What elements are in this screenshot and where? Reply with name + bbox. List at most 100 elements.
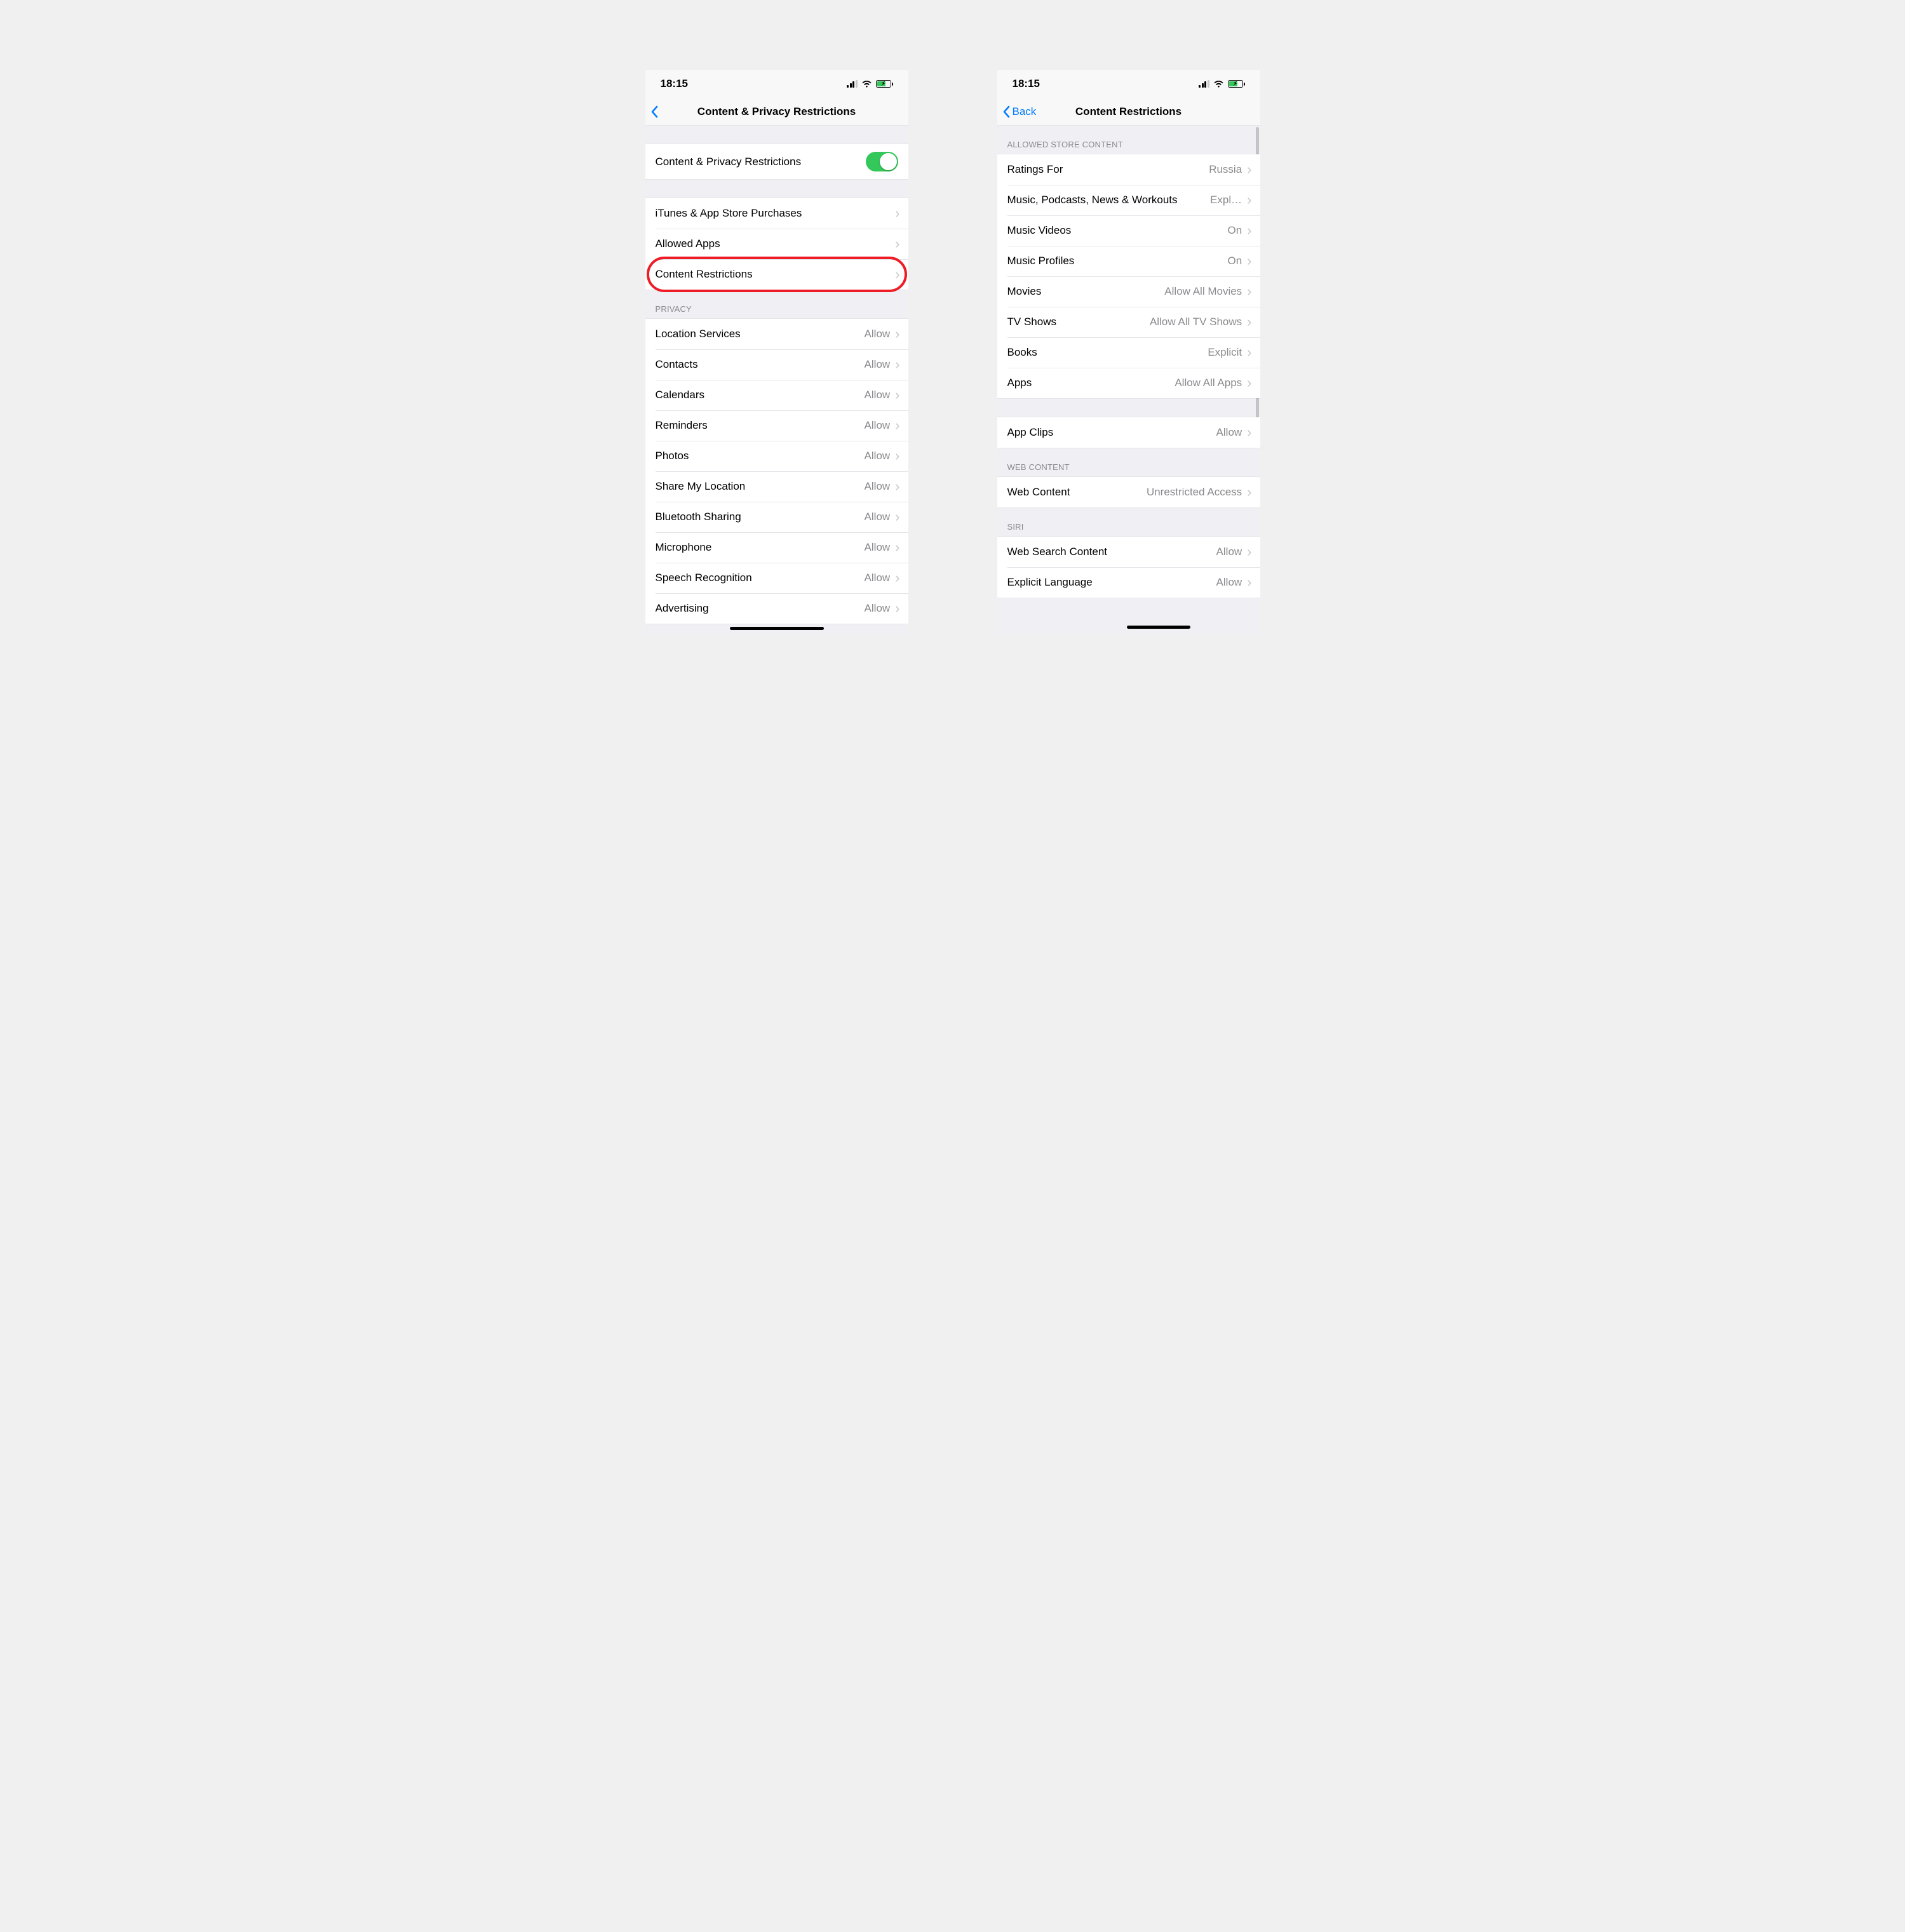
row-label: Contacts	[656, 358, 865, 371]
chevron-right-icon: ›	[1247, 545, 1251, 559]
chevron-right-icon: ›	[1247, 575, 1251, 589]
store-row[interactable]: AppsAllow All Apps›	[997, 368, 1260, 398]
row-value: Allow	[865, 572, 891, 584]
row-label: Movies	[1007, 285, 1165, 298]
store-row[interactable]: Music, Podcasts, News & WorkoutsExpl…›	[997, 185, 1260, 215]
back-button[interactable]: Back	[1002, 98, 1037, 125]
battery-icon: ⚡︎	[876, 80, 893, 88]
row-label: Speech Recognition	[656, 572, 865, 584]
home-indicator	[730, 627, 824, 630]
cellular-icon	[1199, 80, 1209, 88]
row-value: Allow	[1216, 426, 1242, 439]
row-label: Location Services	[656, 328, 865, 340]
privacy-row[interactable]: CalendarsAllow ›	[645, 380, 908, 410]
row-label: iTunes & App Store Purchases	[656, 207, 896, 220]
privacy-row[interactable]: ContactsAllow›	[645, 349, 908, 380]
siri-row[interactable]: Web Search ContentAllow ›	[997, 537, 1260, 567]
chevron-right-icon: ›	[1247, 163, 1251, 177]
chevron-right-icon: ›	[895, 267, 899, 281]
row-app-clips[interactable]: App Clips Allow ›	[997, 417, 1260, 448]
chevron-right-icon: ›	[895, 571, 899, 585]
row-value: Allow	[865, 419, 891, 432]
chevron-right-icon: ›	[895, 237, 899, 251]
privacy-row[interactable]: RemindersAllow›	[645, 410, 908, 441]
store-row[interactable]: Music ProfilesOn›	[997, 246, 1260, 276]
row-value: Allow All Movies	[1164, 285, 1242, 298]
store-row[interactable]: Music VideosOn›	[997, 215, 1260, 246]
row-label: Music Profiles	[1007, 255, 1228, 267]
chevron-right-icon: ›	[895, 388, 899, 402]
privacy-row[interactable]: MicrophoneAllow›	[645, 532, 908, 563]
row-value: Explicit	[1208, 346, 1242, 359]
chevron-right-icon: ›	[1247, 224, 1251, 238]
row-value: Allow	[1216, 576, 1242, 589]
privacy-row[interactable]: Share My LocationAllow›	[645, 471, 908, 502]
row-label: TV Shows	[1007, 316, 1150, 328]
content-area: ALLOWED STORE CONTENT Ratings ForRussia›…	[997, 126, 1260, 635]
row-label: Bluetooth Sharing	[656, 511, 865, 523]
chevron-right-icon: ›	[1247, 193, 1251, 207]
nav-bar: Content & Privacy Restrictions	[645, 98, 908, 126]
chevron-right-icon: ›	[895, 480, 899, 493]
row-label: Photos	[656, 450, 865, 462]
privacy-row[interactable]: Speech RecognitionAllow ›	[645, 563, 908, 593]
row-value: Allow	[865, 450, 891, 462]
row-value: Allow	[865, 358, 891, 371]
row-label: Microphone	[656, 541, 865, 554]
chevron-right-icon: ›	[1247, 254, 1251, 268]
row-value: Allow	[865, 480, 891, 493]
row-value: Expl…	[1210, 194, 1242, 206]
status-icons: ⚡︎	[847, 80, 893, 88]
toggle-row-content-privacy[interactable]: Content & Privacy Restrictions	[645, 144, 908, 179]
chevron-right-icon: ›	[895, 601, 899, 615]
chevron-right-icon: ›	[1247, 285, 1251, 299]
status-bar: 18:15 ⚡︎	[997, 70, 1260, 98]
privacy-row[interactable]: PhotosAllow›	[645, 441, 908, 471]
wifi-icon	[1213, 80, 1224, 88]
privacy-row[interactable]: Location ServicesAllow›	[645, 319, 908, 349]
chevron-right-icon: ›	[895, 206, 899, 220]
store-row[interactable]: Ratings ForRussia›	[997, 154, 1260, 185]
nav-bar: Back Content Restrictions	[997, 98, 1260, 126]
row-label: App Clips	[1007, 426, 1216, 439]
row-label: Calendars	[656, 389, 865, 401]
row-allowed-apps[interactable]: Allowed Apps ›	[645, 229, 908, 259]
chevron-right-icon: ›	[895, 510, 899, 524]
row-label: Music Videos	[1007, 224, 1228, 237]
row-label: Ratings For	[1007, 163, 1209, 176]
siri-row[interactable]: Explicit LanguageAllow›	[997, 567, 1260, 598]
store-row[interactable]: BooksExplicit›	[997, 337, 1260, 368]
chevron-right-icon: ›	[1247, 485, 1251, 499]
page-title: Content Restrictions	[1075, 105, 1181, 118]
toggle-switch[interactable]	[866, 152, 898, 171]
privacy-row[interactable]: Bluetooth SharingAllow›	[645, 502, 908, 532]
wifi-icon	[861, 80, 872, 88]
toggle-label: Content & Privacy Restrictions	[656, 156, 866, 168]
row-label: Allowed Apps	[656, 238, 896, 250]
status-time: 18:15	[661, 77, 688, 90]
row-label: Web Search Content	[1007, 546, 1216, 558]
row-value: Unrestricted Access	[1147, 486, 1242, 499]
section-header-privacy: PRIVACY	[645, 290, 908, 318]
store-row[interactable]: TV ShowsAllow All TV Shows ›	[997, 307, 1260, 337]
row-web-content[interactable]: Web Content Unrestricted Access ›	[997, 477, 1260, 507]
row-value: Allow All TV Shows	[1150, 316, 1242, 328]
row-itunes-purchases[interactable]: iTunes & App Store Purchases ›	[645, 198, 908, 229]
row-value: Allow All Apps	[1175, 377, 1242, 389]
status-time: 18:15	[1013, 77, 1040, 90]
row-content-restrictions[interactable]: Content Restrictions ›	[645, 259, 908, 290]
chevron-left-icon	[1002, 105, 1010, 118]
section-header-siri: SIRI	[997, 508, 1260, 536]
row-value: Allow	[865, 602, 891, 615]
row-label: Books	[1007, 346, 1208, 359]
battery-icon: ⚡︎	[1228, 80, 1245, 88]
chevron-right-icon: ›	[895, 419, 899, 433]
store-row[interactable]: MoviesAllow All Movies ›	[997, 276, 1260, 307]
row-value: Allow	[1216, 546, 1242, 558]
row-value: Allow	[865, 389, 891, 401]
back-button[interactable]	[650, 98, 658, 125]
row-label: Apps	[1007, 377, 1175, 389]
row-value: Allow	[865, 541, 891, 554]
privacy-row[interactable]: AdvertisingAllow›	[645, 593, 908, 624]
chevron-right-icon: ›	[1247, 315, 1251, 329]
